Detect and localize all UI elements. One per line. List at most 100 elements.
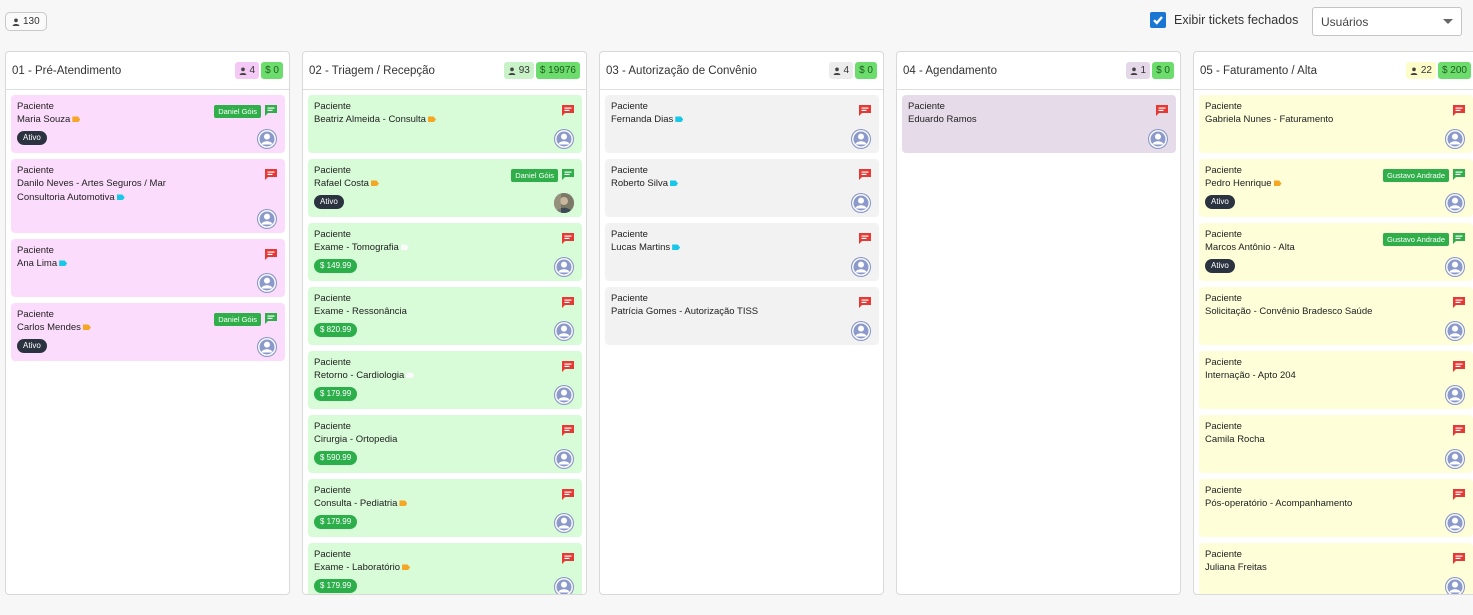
ticket-contact-text: Beatriz Almeida - Consulta: [314, 114, 426, 125]
ticket-card[interactable]: Paciente Lucas Martins: [605, 223, 879, 281]
ticket-card[interactable]: Paciente Danilo Neves - Artes Seguros / M…: [11, 159, 285, 233]
avatar[interactable]: [257, 129, 277, 149]
show-closed-toggle[interactable]: Exibir tickets fechados: [1150, 12, 1298, 28]
chat-icon[interactable]: [265, 105, 277, 116]
ticket-card[interactable]: Paciente Fernanda Dias: [605, 95, 879, 153]
chat-icon[interactable]: [1453, 297, 1465, 308]
ticket-contact-text: Camila Rocha: [1205, 434, 1265, 445]
avatar[interactable]: [554, 321, 574, 341]
ticket-label: Paciente: [314, 101, 351, 112]
column-count: 22: [1420, 65, 1432, 76]
tag-icon: [427, 116, 436, 123]
ticket-contact-name: Camila Rocha: [1205, 433, 1467, 447]
chat-icon[interactable]: [1453, 105, 1465, 116]
avatar[interactable]: [851, 257, 871, 277]
ticket-card[interactable]: Paciente Ana Lima: [11, 239, 285, 297]
column-count: 1: [1140, 65, 1147, 76]
chat-icon[interactable]: [859, 297, 871, 308]
ticket-contact-text: Exame - Laboratório: [314, 562, 401, 573]
avatar[interactable]: [1445, 385, 1465, 405]
avatar[interactable]: [554, 193, 574, 213]
ticket-card[interactable]: Paciente Marcos Antônio - Alta Ativo Gustav…: [1199, 223, 1473, 281]
avatar[interactable]: [554, 257, 574, 277]
ticket-card[interactable]: Paciente Roberto Silva: [605, 159, 879, 217]
avatar[interactable]: [1445, 449, 1465, 469]
ticket-label: Paciente: [314, 421, 351, 432]
ticket-card[interactable]: Paciente Gabriela Nunes - Faturamento: [1199, 95, 1473, 153]
column-amount-badge: $ 200: [1437, 62, 1471, 79]
chat-icon[interactable]: [562, 489, 574, 500]
avatar[interactable]: [851, 193, 871, 213]
avatar[interactable]: [1148, 129, 1168, 149]
avatar[interactable]: [1445, 513, 1465, 533]
ticket-card[interactable]: Paciente Camila Rocha: [1199, 415, 1473, 473]
chat-icon[interactable]: [1453, 361, 1465, 372]
chat-icon[interactable]: [265, 169, 277, 180]
avatar[interactable]: [554, 129, 574, 149]
chat-icon[interactable]: [562, 425, 574, 436]
chat-icon[interactable]: [562, 553, 574, 564]
ticket-contact-text: Juliana Freitas: [1205, 562, 1267, 573]
ticket-contact-text: Roberto Silva: [611, 178, 669, 189]
ticket-card[interactable]: Paciente Beatriz Almeida - Consulta: [308, 95, 582, 153]
ticket-card[interactable]: Paciente Solicitação - Convênio Bradesco …: [1199, 287, 1473, 345]
chat-icon[interactable]: [562, 233, 574, 244]
tag-icon: [59, 260, 68, 267]
users-select-value: Usuários: [1321, 14, 1369, 29]
avatar[interactable]: [554, 385, 574, 405]
ticket-card[interactable]: Paciente Patrícia Gomes - Autorização TIS…: [605, 287, 879, 345]
avatar[interactable]: [554, 577, 574, 594]
chat-icon[interactable]: [265, 249, 277, 260]
ticket-contact-text: Pós-operatório - Acompanhamento: [1205, 498, 1353, 509]
users-select[interactable]: Usuários: [1312, 7, 1462, 36]
chat-icon[interactable]: [562, 297, 574, 308]
chat-icon[interactable]: [1453, 169, 1465, 180]
chevron-down-icon: [1443, 19, 1453, 24]
avatar[interactable]: [851, 129, 871, 149]
chat-icon[interactable]: [1156, 105, 1168, 116]
avatar[interactable]: [257, 209, 277, 229]
avatar[interactable]: [1445, 257, 1465, 277]
ticket-card[interactable]: Paciente Internação - Apto 204: [1199, 351, 1473, 409]
column-header: 01 - Pré-Atendimento 4 $ 0: [6, 52, 289, 90]
avatar[interactable]: [1445, 129, 1465, 149]
avatar[interactable]: [1445, 577, 1465, 594]
ticket-card[interactable]: Paciente Consulta - Pediatria $ 179.99: [308, 479, 582, 537]
ticket-card[interactable]: Paciente Pedro Henrique Ativo Gustavo Andra…: [1199, 159, 1473, 217]
ticket-card[interactable]: Paciente Eduardo Ramos: [902, 95, 1176, 153]
ticket-label: Paciente: [611, 101, 648, 112]
chat-icon[interactable]: [1453, 553, 1465, 564]
ticket-card[interactable]: Paciente Rafael Costa Ativo Daniel Góis: [308, 159, 582, 217]
avatar[interactable]: [554, 449, 574, 469]
chat-icon[interactable]: [859, 169, 871, 180]
avatar[interactable]: [257, 337, 277, 357]
ticket-card[interactable]: Paciente Maria Souza Ativo Daniel Góis: [11, 95, 285, 153]
ticket-card[interactable]: Paciente Exame - Ressonância $ 820.99: [308, 287, 582, 345]
ticket-label: Paciente: [1205, 549, 1242, 560]
chat-icon[interactable]: [1453, 425, 1465, 436]
avatar[interactable]: [554, 513, 574, 533]
chat-icon[interactable]: [1453, 489, 1465, 500]
ticket-card[interactable]: Paciente Exame - Tomografia $ 149.99: [308, 223, 582, 281]
show-closed-label[interactable]: Exibir tickets fechados: [1174, 13, 1298, 27]
price-badge: $ 179.99: [314, 515, 358, 529]
column-title: 05 - Faturamento / Alta: [1200, 64, 1317, 77]
chat-icon[interactable]: [859, 105, 871, 116]
chat-icon[interactable]: [1453, 233, 1465, 244]
chat-icon[interactable]: [265, 313, 277, 324]
avatar[interactable]: [1445, 193, 1465, 213]
chat-icon[interactable]: [562, 169, 574, 180]
chat-icon[interactable]: [562, 105, 574, 116]
ticket-card[interactable]: Paciente Exame - Laboratório $ 179.99: [308, 543, 582, 594]
show-closed-checkbox[interactable]: [1150, 12, 1166, 28]
avatar[interactable]: [257, 273, 277, 293]
avatar[interactable]: [1445, 321, 1465, 341]
ticket-card[interactable]: Paciente Pós-operatório - Acompanhamento: [1199, 479, 1473, 537]
ticket-card[interactable]: Paciente Cirurgia - Ortopedia $ 590.99: [308, 415, 582, 473]
ticket-card[interactable]: Paciente Juliana Freitas: [1199, 543, 1473, 594]
ticket-card[interactable]: Paciente Retorno - Cardiologia $ 179.99: [308, 351, 582, 409]
ticket-card[interactable]: Paciente Carlos Mendes Ativo Daniel Góis: [11, 303, 285, 361]
avatar[interactable]: [851, 321, 871, 341]
chat-icon[interactable]: [859, 233, 871, 244]
chat-icon[interactable]: [562, 361, 574, 372]
